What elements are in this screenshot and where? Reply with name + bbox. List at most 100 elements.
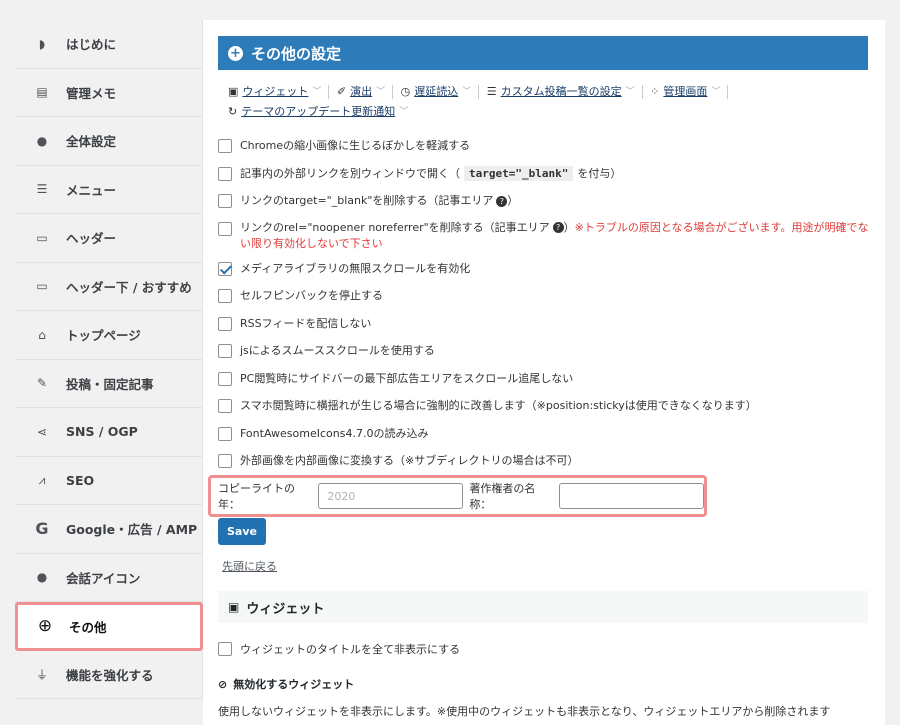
sidebar-item-label: 投稿・固定記事 bbox=[66, 376, 154, 392]
sidebar-item-seo[interactable]: ⩘ SEO bbox=[15, 456, 203, 505]
sidebar-item-posts[interactable]: ✎ 投稿・固定記事 bbox=[15, 359, 203, 408]
widget-section-header: ▣ ウィジェット bbox=[218, 591, 868, 623]
option-chrome-blur[interactable]: Chromeの縮小画像に生じるぼかしを軽減する bbox=[218, 137, 878, 165]
copyright-author-input[interactable] bbox=[559, 483, 704, 509]
tab-lazyload[interactable]: ◷ 遅延読込 ﹀ bbox=[401, 82, 480, 102]
tab-label[interactable]: カスタム投稿一覧の設定 bbox=[501, 82, 622, 102]
option-label: ウィジェットのタイトルを全て非表示にする bbox=[240, 643, 461, 656]
sidebar-item-memo[interactable]: ▤ 管理メモ bbox=[15, 68, 203, 117]
sidebar-item-top-page[interactable]: ⌂ トップページ bbox=[15, 311, 203, 360]
checkbox[interactable] bbox=[218, 344, 232, 358]
checkbox-checked[interactable] bbox=[218, 261, 232, 276]
chevron-down-icon: ﹀ bbox=[399, 107, 409, 117]
option-smooth-scroll[interactable]: jsによるスムーススクロールを使用する bbox=[218, 342, 878, 370]
sidebar-item-label: はじめに bbox=[66, 37, 117, 53]
section-title: ウィジェット bbox=[246, 601, 325, 617]
save-button[interactable]: Save bbox=[218, 518, 266, 545]
option-label: 記事内の外部リンクを別ウィンドウで開く（ target="_blank" を付与） bbox=[240, 165, 621, 181]
sidebar-item-general[interactable]: ● 全体設定 bbox=[15, 117, 203, 166]
plus-circle-icon: + bbox=[228, 45, 243, 61]
checkbox[interactable] bbox=[218, 371, 232, 386]
plug-icon: ⏚ bbox=[35, 667, 48, 682]
checkbox[interactable] bbox=[218, 221, 232, 236]
chevron-down-icon: ﹀ bbox=[312, 87, 322, 97]
chevron-down-icon: ﹀ bbox=[711, 87, 721, 97]
option-mobile-sway-fix[interactable]: スマホ閲覧時に横揺れが生じる場合に強制的に改善します（※position:sti… bbox=[218, 397, 878, 425]
help-icon[interactable]: ? bbox=[552, 222, 564, 233]
chat-icon: ● bbox=[36, 570, 48, 585]
menu-icon: ☰ bbox=[36, 182, 48, 197]
checkbox[interactable] bbox=[218, 454, 232, 468]
tab-custom-post-list[interactable]: ☰ カスタム投稿一覧の設定 ﹀ bbox=[487, 82, 643, 102]
option-label-after: ） bbox=[507, 194, 519, 207]
option-label: リンクのtarget="_blank"を削除する（記事エリア?） bbox=[240, 192, 518, 208]
tab-label[interactable]: ウィジェット bbox=[242, 82, 308, 102]
option-sidebar-ad-follow[interactable]: PC閲覧時にサイドバーの最下部広告エリアをスクロール追尾しない bbox=[218, 370, 878, 398]
disabled-widgets-description: 使用しないウィジェットを非表示にします。※使用中のウィジェットも非表示となり、ウ… bbox=[218, 705, 831, 718]
option-fontawesome[interactable]: FontAwesomeIcons4.7.0の読み込み bbox=[218, 425, 878, 453]
back-to-top-link[interactable]: 先頭に戻る bbox=[222, 558, 277, 574]
option-label: PC閲覧時にサイドバーの最下部広告エリアをスクロール追尾しない bbox=[240, 371, 574, 385]
sidebar-item-other[interactable]: ⊕ その他 bbox=[15, 602, 203, 651]
sidebar-item-label: 会話アイコン bbox=[66, 570, 141, 586]
tab-label[interactable]: 管理画面 bbox=[663, 82, 707, 102]
chevron-down-icon: ﹀ bbox=[376, 87, 386, 97]
sidebar-item-intro[interactable]: ◗ はじめに bbox=[15, 20, 203, 69]
tab-label[interactable]: 遅延読込 bbox=[414, 82, 458, 102]
tab-effect[interactable]: ✐ 演出 ﹀ bbox=[336, 82, 394, 102]
option-label: FontAwesomeIcons4.7.0の読み込み bbox=[240, 426, 429, 440]
option-remove-rel-noopener[interactable]: リンクのrel="noopener noreferrer"を削除する（記事エリア… bbox=[218, 220, 878, 260]
tab-label[interactable]: テーマのアップデート更新通知 bbox=[241, 102, 395, 122]
checkbox[interactable] bbox=[218, 316, 232, 331]
plus-circle-icon: ⊕ bbox=[37, 616, 53, 637]
header-below-icon: ▭ bbox=[36, 279, 48, 294]
sidebar-item-header-below[interactable]: ▭ ヘッダー下 / おすすめ bbox=[15, 262, 203, 311]
tab-theme-update[interactable]: ↻ テーマのアップデート更新通知 ﹀ bbox=[228, 102, 408, 122]
option-external-link-new-window[interactable]: 記事内の外部リンクを別ウィンドウで開く（ target="_blank" を付与） bbox=[218, 165, 878, 193]
tab-label[interactable]: 演出 bbox=[350, 82, 372, 102]
tab-widget[interactable]: ▣ ウィジェット ﹀ bbox=[228, 82, 330, 102]
option-media-infinite-scroll[interactable]: メディアライブラリの無限スクロールを有効化 bbox=[218, 260, 878, 288]
option-hide-widget-titles[interactable]: ウィジェットのタイトルを全て非表示にする bbox=[218, 641, 460, 657]
option-rss-disable[interactable]: RSSフィードを配信しない bbox=[218, 315, 878, 343]
copyright-fields: コピーライトの年： 著作権者の名称： bbox=[208, 475, 707, 517]
sidebar: ◗ はじめに ▤ 管理メモ ● 全体設定 ☰ メニュー ▭ ヘッダー ▭ ヘッダ… bbox=[15, 20, 203, 705]
divider bbox=[478, 85, 480, 99]
copyright-year-input[interactable] bbox=[318, 483, 464, 509]
option-label: Chromeの縮小画像に生じるぼかしを軽減する bbox=[240, 139, 471, 152]
main-panel: + その他の設定 ▣ ウィジェット ﹀ ✐ 演出 ﹀ ◷ 遅延読込 ﹀ ☰ カス… bbox=[203, 20, 885, 725]
sidebar-item-chat[interactable]: ● 会話アイコン bbox=[15, 553, 203, 602]
shield-icon: ◗ bbox=[38, 36, 46, 51]
option-remove-target-blank[interactable]: リンクのtarget="_blank"を削除する（記事エリア?） bbox=[218, 192, 878, 220]
list-icon: ☰ bbox=[486, 85, 497, 98]
page-title: その他の設定 bbox=[251, 44, 342, 63]
palette-icon: ● bbox=[36, 133, 48, 148]
option-label: メディアライブラリの無限スクロールを有効化 bbox=[240, 261, 471, 275]
checkbox[interactable] bbox=[218, 166, 232, 181]
checkbox[interactable] bbox=[218, 642, 232, 656]
sidebar-item-header[interactable]: ▭ ヘッダー bbox=[15, 214, 203, 263]
sidebar-item-label: Google・広告 / AMP bbox=[66, 522, 198, 538]
pen-icon: ✐ bbox=[336, 85, 347, 98]
sidebar-item-sns[interactable]: ⋖ SNS / OGP bbox=[15, 408, 203, 457]
chevron-down-icon: ﹀ bbox=[625, 87, 635, 97]
checkbox[interactable] bbox=[218, 399, 232, 413]
tab-admin[interactable]: ⁘ 管理画面 ﹀ bbox=[650, 82, 729, 102]
help-icon[interactable]: ? bbox=[496, 195, 508, 207]
google-icon: G bbox=[35, 519, 49, 539]
checkbox[interactable] bbox=[218, 194, 232, 208]
note-icon: ▤ bbox=[36, 85, 48, 100]
edit-icon: ✎ bbox=[36, 376, 48, 391]
sidebar-item-label: 全体設定 bbox=[66, 134, 117, 150]
checkbox[interactable] bbox=[218, 426, 232, 441]
option-self-pingback[interactable]: セルフピンバックを停止する bbox=[218, 287, 878, 315]
sidebar-item-menu[interactable]: ☰ メニュー bbox=[15, 165, 203, 214]
option-label: セルフピンバックを停止する bbox=[240, 289, 383, 302]
sidebar-item-label: SNS / OGP bbox=[66, 424, 138, 440]
sidebar-item-google[interactable]: G Google・広告 / AMP bbox=[15, 505, 203, 554]
chart-icon: ⩘ bbox=[38, 472, 46, 487]
sidebar-item-extend[interactable]: ⏚ 機能を強化する bbox=[15, 650, 203, 699]
sidebar-item-label: その他 bbox=[69, 619, 107, 635]
checkbox[interactable] bbox=[218, 289, 232, 303]
checkbox[interactable] bbox=[218, 139, 232, 153]
